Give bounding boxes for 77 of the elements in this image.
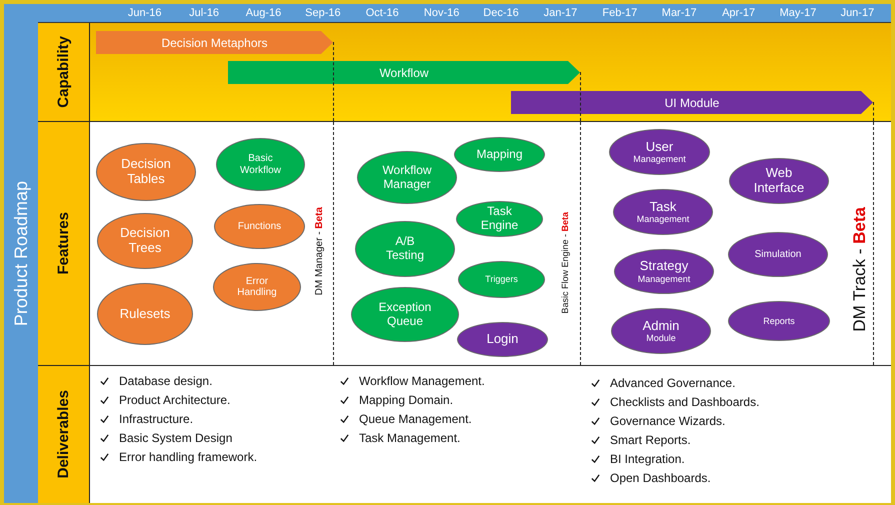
row-label: Capability bbox=[55, 36, 72, 108]
month-label: Jul-16 bbox=[188, 7, 220, 19]
month-label: Sep-16 bbox=[304, 7, 342, 19]
check-icon bbox=[340, 376, 349, 386]
milestone-label: DM Track - Beta bbox=[850, 207, 870, 332]
month-label: Jun-16 bbox=[126, 7, 163, 19]
feature-title: Decision Trees bbox=[119, 226, 171, 256]
check-icon bbox=[100, 414, 109, 424]
milestone-label: DM Manager - Beta bbox=[314, 207, 325, 296]
check-icon bbox=[100, 434, 109, 442]
deliverable-text: Smart Reports. bbox=[610, 433, 691, 447]
feature-title: Mapping bbox=[476, 148, 523, 162]
feature-title: Login bbox=[486, 332, 518, 347]
month-label: May-17 bbox=[778, 7, 818, 19]
check-icon bbox=[591, 416, 600, 426]
feature-title: Simulation bbox=[754, 248, 802, 260]
feature-title: Task Engine bbox=[480, 205, 520, 233]
feature-subtitle: Management bbox=[636, 214, 690, 224]
feature-title: A/B Testing bbox=[384, 235, 426, 263]
check-icon bbox=[100, 376, 109, 386]
row-label: Features bbox=[55, 212, 72, 275]
feature-title: Decision Tables bbox=[120, 157, 172, 187]
month-label: Feb-17 bbox=[601, 7, 638, 19]
roadmap-title: Product Roadmap bbox=[10, 180, 32, 326]
month-label: Dec-16 bbox=[482, 7, 520, 19]
check-icon bbox=[340, 434, 349, 442]
month-label: Apr-17 bbox=[721, 7, 756, 19]
feature-title: Web Interface bbox=[752, 166, 806, 196]
feature-title: Strategy bbox=[640, 259, 688, 274]
deliverable-text: Open Dashboards. bbox=[610, 471, 711, 485]
check-icon bbox=[591, 378, 600, 388]
feature-subtitle: Module bbox=[646, 333, 676, 344]
row-label: Deliverables bbox=[55, 390, 72, 479]
check-icon bbox=[591, 398, 600, 406]
deliverable-text: Product Architecture. bbox=[119, 393, 230, 407]
feature-title: Admin bbox=[642, 318, 680, 334]
check-icon bbox=[100, 396, 109, 404]
deliverable-text: BI Integration. bbox=[610, 452, 685, 466]
capability-bar: Decision Metaphors bbox=[96, 31, 333, 54]
feature-title: Error Handling bbox=[236, 276, 278, 298]
check-icon bbox=[340, 396, 349, 404]
feature-title: Functions bbox=[238, 220, 282, 232]
deliverable-text: Mapping Domain. bbox=[359, 393, 454, 407]
deliverable-text: Error handling framework. bbox=[119, 450, 258, 464]
month-label: Aug-16 bbox=[244, 7, 282, 19]
month-label: Jan-17 bbox=[542, 7, 578, 19]
deliverable-text: Workflow Management. bbox=[359, 374, 485, 388]
check-icon bbox=[591, 474, 600, 482]
deliverable-text: Advanced Governance. bbox=[610, 376, 736, 390]
check-icon bbox=[591, 436, 600, 444]
feature-subtitle: Management bbox=[638, 274, 690, 284]
check-icon bbox=[591, 454, 600, 464]
feature-title: Exception Queue bbox=[378, 300, 432, 328]
deliverable-text: Checklists and Dashboards. bbox=[610, 395, 760, 409]
check-icon bbox=[340, 414, 349, 424]
deliverable-text: Governance Wizards. bbox=[610, 414, 726, 428]
deliverable-text: Task Management. bbox=[359, 431, 460, 445]
capability-bar: UI Module bbox=[511, 91, 873, 114]
month-label: Jun-17 bbox=[840, 7, 876, 19]
month-label: Mar-17 bbox=[660, 7, 698, 19]
feature-subtitle: Management bbox=[633, 154, 686, 164]
capability-bar: Workflow bbox=[228, 61, 580, 84]
feature-title: Basic Workflow bbox=[239, 153, 282, 176]
month-label: Oct-16 bbox=[364, 7, 400, 19]
feature-title: Triggers bbox=[485, 274, 518, 285]
feature-title: Workflow Manager bbox=[381, 164, 433, 192]
feature-title: Reports bbox=[763, 316, 795, 326]
deliverable-text: Database design. bbox=[119, 374, 212, 388]
check-icon bbox=[100, 452, 109, 462]
feature-title: Rulesets bbox=[120, 306, 170, 322]
month-label: Nov-16 bbox=[422, 7, 460, 19]
feature-title: Task bbox=[650, 200, 676, 214]
deliverable-text: Queue Management. bbox=[359, 412, 472, 426]
deliverable-text: Basic System Design bbox=[119, 431, 232, 445]
milestone-label: Basic Flow Engine - Beta bbox=[560, 212, 570, 314]
deliverable-text: Infrastructure. bbox=[119, 412, 194, 426]
feature-title: User bbox=[646, 140, 674, 154]
